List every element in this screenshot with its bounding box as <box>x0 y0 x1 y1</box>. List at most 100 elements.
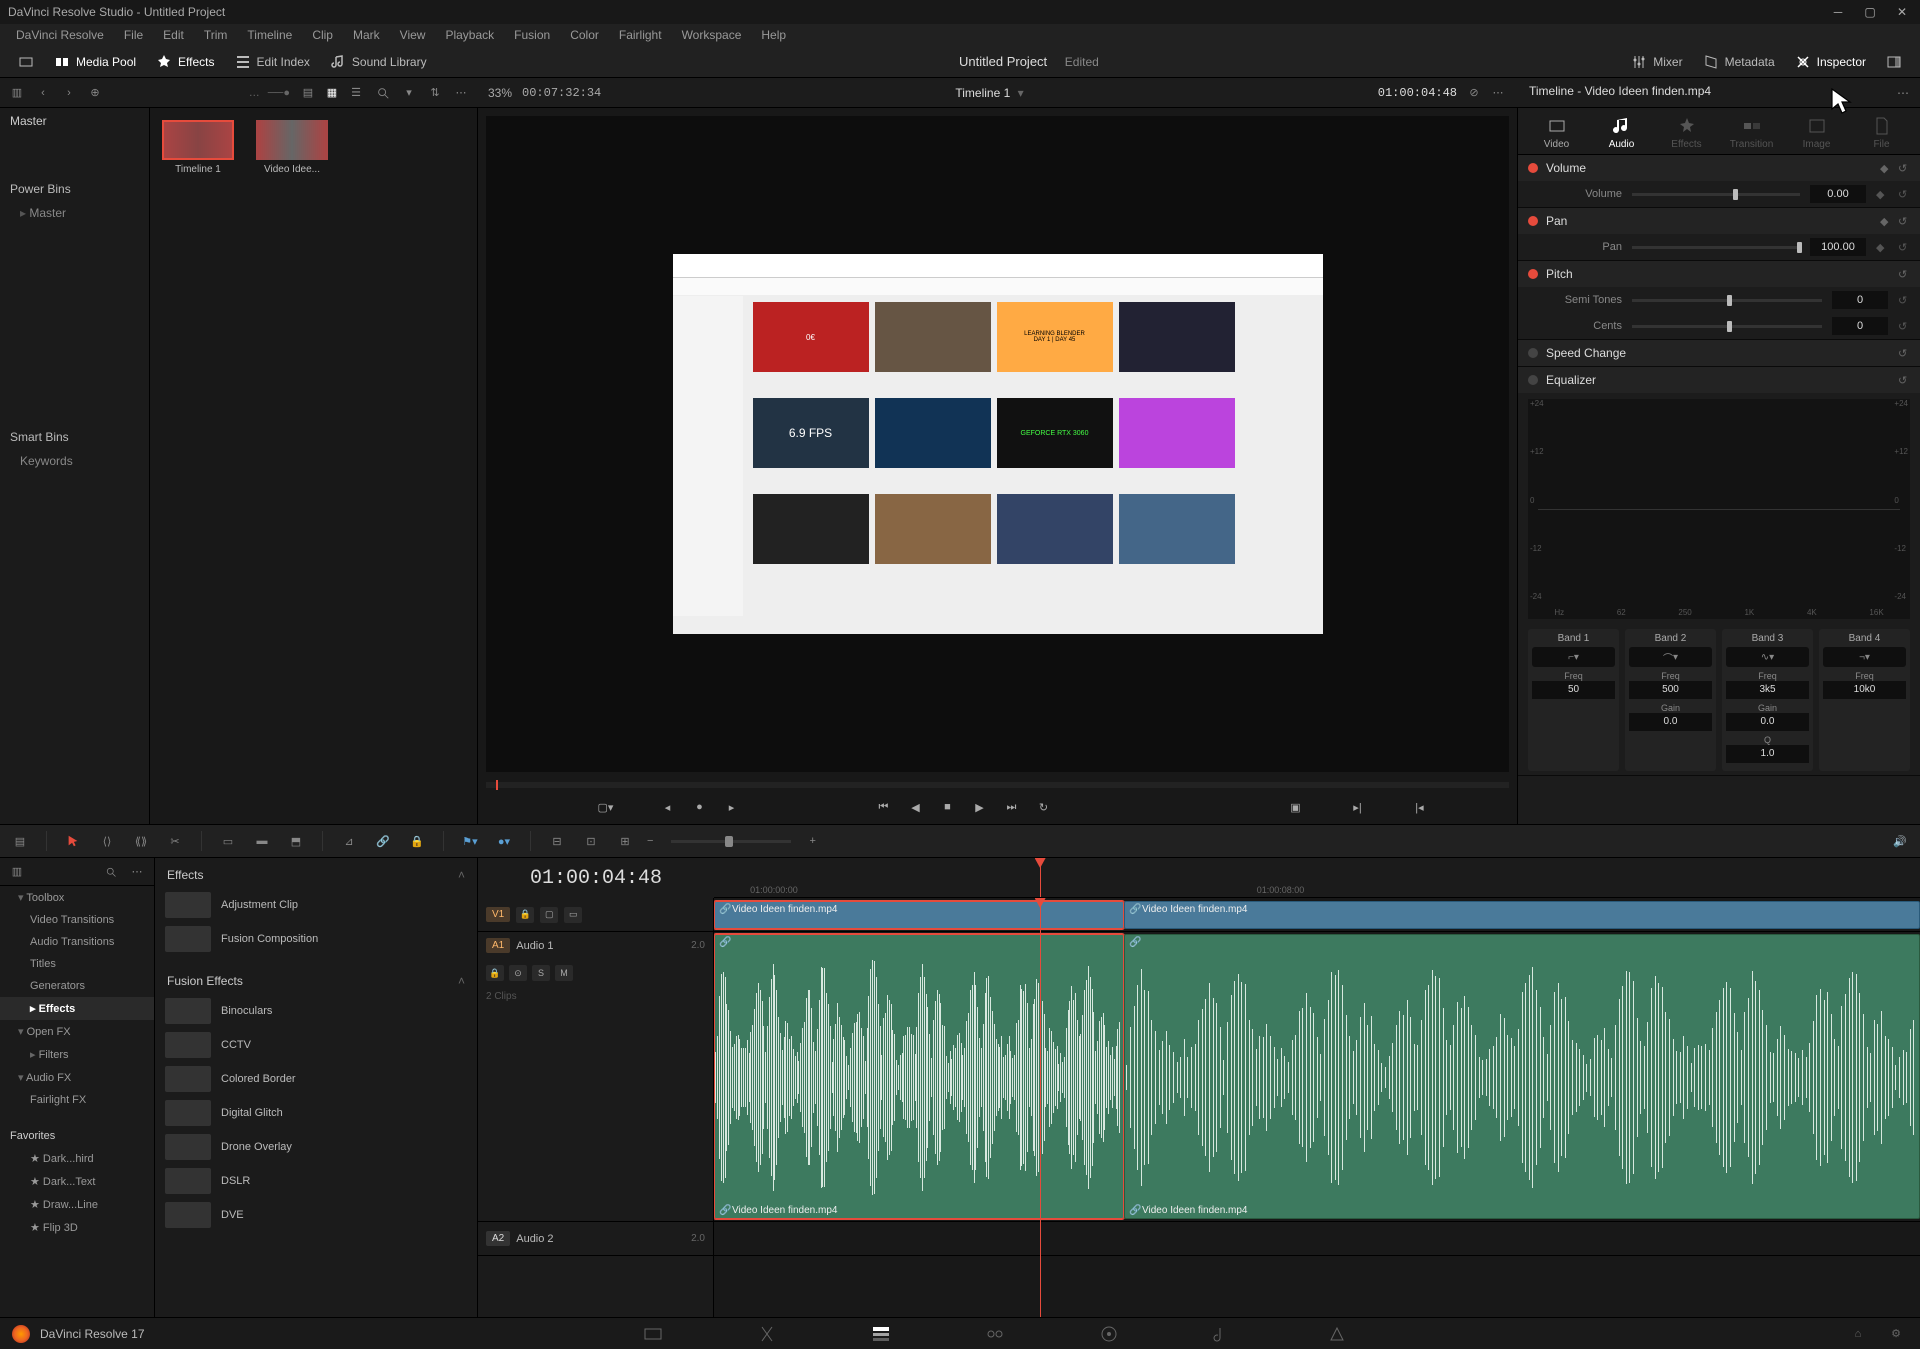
a1-clip-1[interactable]: 🔗 🔗Video Ideen finden.mp4 <box>714 934 1124 1219</box>
volume-slider[interactable] <box>1632 193 1800 196</box>
speed-toggle[interactable] <box>1528 348 1538 358</box>
v1-disable[interactable]: ▢ <box>540 907 558 923</box>
eq-band3-q[interactable]: 1.0 <box>1726 745 1809 763</box>
fx-cat-openfx[interactable]: Open FX <box>0 1020 154 1043</box>
eq-band3-gain[interactable]: 0.0 <box>1726 713 1809 731</box>
source-timecode[interactable]: 00:07:32:34 <box>522 86 601 100</box>
metadata-button[interactable]: Metadata <box>1693 49 1785 75</box>
pan-reset-icon[interactable]: ↺ <box>1898 215 1910 227</box>
timeline-content[interactable]: 🔗Video Ideen finden.mp4 🔗Video Ideen fin… <box>714 898 1920 1317</box>
timeline-ruler[interactable]: 01:00:00:00 01:00:08:00 <box>714 858 1920 898</box>
fullscreen-viewer-button[interactable] <box>8 49 44 75</box>
eq-band2-shape[interactable]: ⌒ ▾ <box>1629 647 1712 667</box>
eq-reset-icon[interactable]: ↺ <box>1898 374 1910 386</box>
clip-thumb-videoidee[interactable]: Video Idee... <box>256 120 328 175</box>
insert-clip-button[interactable]: ▭ <box>216 829 240 853</box>
pan-header[interactable]: Pan ◆ ↺ <box>1518 208 1920 234</box>
project-settings-button[interactable]: ⚙ <box>1884 1322 1908 1346</box>
playhead-line[interactable] <box>1040 898 1041 1317</box>
viewer-frame[interactable]: 0€ LEARNING BLENDERDAY 1 | DAY 45 6.9 FP… <box>673 254 1323 634</box>
pan-slider[interactable] <box>1632 246 1800 249</box>
media-page-button[interactable] <box>641 1322 665 1346</box>
fx-item-dslr[interactable]: DSLR <box>159 1164 473 1198</box>
fx-item-adjustment[interactable]: Adjustment Clip <box>159 888 473 922</box>
eq-graph[interactable]: +24+120-12-24 +24+120-12-24 Hz622501K4K1… <box>1528 399 1910 619</box>
eq-band2-freq[interactable]: 500 <box>1629 681 1712 699</box>
first-frame-button[interactable]: ⏮ <box>873 796 895 818</box>
color-page-button[interactable] <box>1097 1322 1121 1346</box>
fx-options-button[interactable]: ⋯ <box>128 863 146 881</box>
dynamic-trim-tool[interactable]: ⟪⟫ <box>129 829 153 853</box>
menu-edit[interactable]: Edit <box>153 28 194 42</box>
viewer-scrubber[interactable] <box>486 782 1509 788</box>
overwrite-clip-button[interactable]: ▬ <box>250 829 274 853</box>
menu-trim[interactable]: Trim <box>194 28 238 42</box>
fusion-page-button[interactable] <box>983 1322 1007 1346</box>
play-reverse-button[interactable]: ◀ <box>905 796 927 818</box>
listview-btn[interactable]: ☰ <box>346 83 366 103</box>
a1-badge[interactable]: A1 <box>486 938 510 953</box>
nav-back[interactable]: ‹ <box>34 84 52 102</box>
volume-toggle[interactable] <box>1528 163 1538 173</box>
fx-cat-audiofx[interactable]: Audio FX <box>0 1066 154 1089</box>
record-timecode[interactable]: 01:00:04:48 <box>1378 86 1457 100</box>
bypass-fx-button[interactable]: ⊘ <box>1465 84 1483 102</box>
fx-toggle-panel[interactable]: ▥ <box>8 863 26 881</box>
menu-mark[interactable]: Mark <box>343 28 390 42</box>
fx-item-binoculars[interactable]: Binoculars <box>159 994 473 1028</box>
v1-clip-2[interactable]: 🔗Video Ideen finden.mp4 <box>1124 901 1920 929</box>
pitch-reset-icon[interactable]: ↺ <box>1898 268 1910 280</box>
inspector-options[interactable]: ⋯ <box>1894 84 1912 102</box>
eq-band2-gain[interactable]: 0.0 <box>1629 713 1712 731</box>
import-media-button[interactable]: ⊕ <box>86 84 104 102</box>
fx-item-digitalgltich[interactable]: Digital Glitch <box>159 1096 473 1130</box>
fx-collapse-1[interactable]: ˄ <box>458 868 465 882</box>
cents-reset-btn[interactable]: ↺ <box>1898 320 1910 332</box>
maximize-button[interactable]: ▢ <box>1860 5 1880 19</box>
power-bins-header[interactable]: Power Bins <box>0 176 149 202</box>
v1-lock[interactable]: 🔒 <box>516 907 534 923</box>
semitones-reset-btn[interactable]: ↺ <box>1898 294 1910 306</box>
metaview-btn[interactable]: ▤ <box>298 83 318 103</box>
replace-clip-button[interactable]: ⬒ <box>284 829 308 853</box>
eq-band3-freq[interactable]: 3k5 <box>1726 681 1809 699</box>
fx-cat-audiotrans[interactable]: Audio Transitions <box>0 931 154 953</box>
pan-toggle[interactable] <box>1528 216 1538 226</box>
minimize-button[interactable]: ─ <box>1828 5 1848 19</box>
fx-cat-fairlight[interactable]: Fairlight FX <box>0 1089 154 1111</box>
menu-workspace[interactable]: Workspace <box>672 28 752 42</box>
viewer-zoom[interactable]: 33% <box>488 86 512 100</box>
pan-kf-btn[interactable]: ◆ <box>1876 241 1888 253</box>
inspector-tab-video[interactable]: Video <box>1526 116 1588 150</box>
cents-value[interactable]: 0 <box>1832 317 1888 335</box>
marker-button[interactable]: ●▾ <box>492 829 516 853</box>
selection-tool[interactable] <box>61 829 85 853</box>
inspector-tab-audio[interactable]: Audio <box>1591 116 1653 150</box>
expand-inspector-button[interactable] <box>1876 49 1912 75</box>
timeline-name-caret-icon[interactable]: ▾ <box>1018 86 1024 100</box>
menu-playback[interactable]: Playback <box>435 28 504 42</box>
flag-button[interactable]: ⚑▾ <box>458 829 482 853</box>
home-button[interactable]: ⌂ <box>1846 1322 1870 1346</box>
timeline-timecode[interactable]: 01:00:04:48 <box>478 858 714 898</box>
eq-band1-shape[interactable]: ⌐ ▾ <box>1532 647 1615 667</box>
pan-value[interactable]: 100.00 <box>1810 238 1866 256</box>
fx-fav-3[interactable]: ★ Flip 3D <box>0 1216 154 1239</box>
fx-fav-0[interactable]: ★ Dark...hird <box>0 1147 154 1170</box>
sound-library-button[interactable]: Sound Library <box>320 49 437 75</box>
cut-page-button[interactable] <box>755 1322 779 1346</box>
prev-frame-arrow[interactable]: ◂ <box>657 796 679 818</box>
menu-color[interactable]: Color <box>560 28 609 42</box>
link-button[interactable]: 🔗 <box>371 829 395 853</box>
prev-edit-button[interactable]: |◂ <box>1409 796 1431 818</box>
sort-button[interactable]: ⇅ <box>426 84 444 102</box>
fx-fav-1[interactable]: ★ Dark...Text <box>0 1170 154 1193</box>
loop-button[interactable]: ↻ <box>1033 796 1055 818</box>
a1-lock[interactable]: 🔒 <box>486 965 504 981</box>
deliver-page-button[interactable] <box>1325 1322 1349 1346</box>
next-frame-arrow[interactable]: ▸ <box>721 796 743 818</box>
fx-cat-filters[interactable]: Filters <box>0 1043 154 1066</box>
smart-bins-header[interactable]: Smart Bins <box>0 424 149 450</box>
eq-toggle[interactable] <box>1528 375 1538 385</box>
snap-button[interactable]: ⊿ <box>337 829 361 853</box>
